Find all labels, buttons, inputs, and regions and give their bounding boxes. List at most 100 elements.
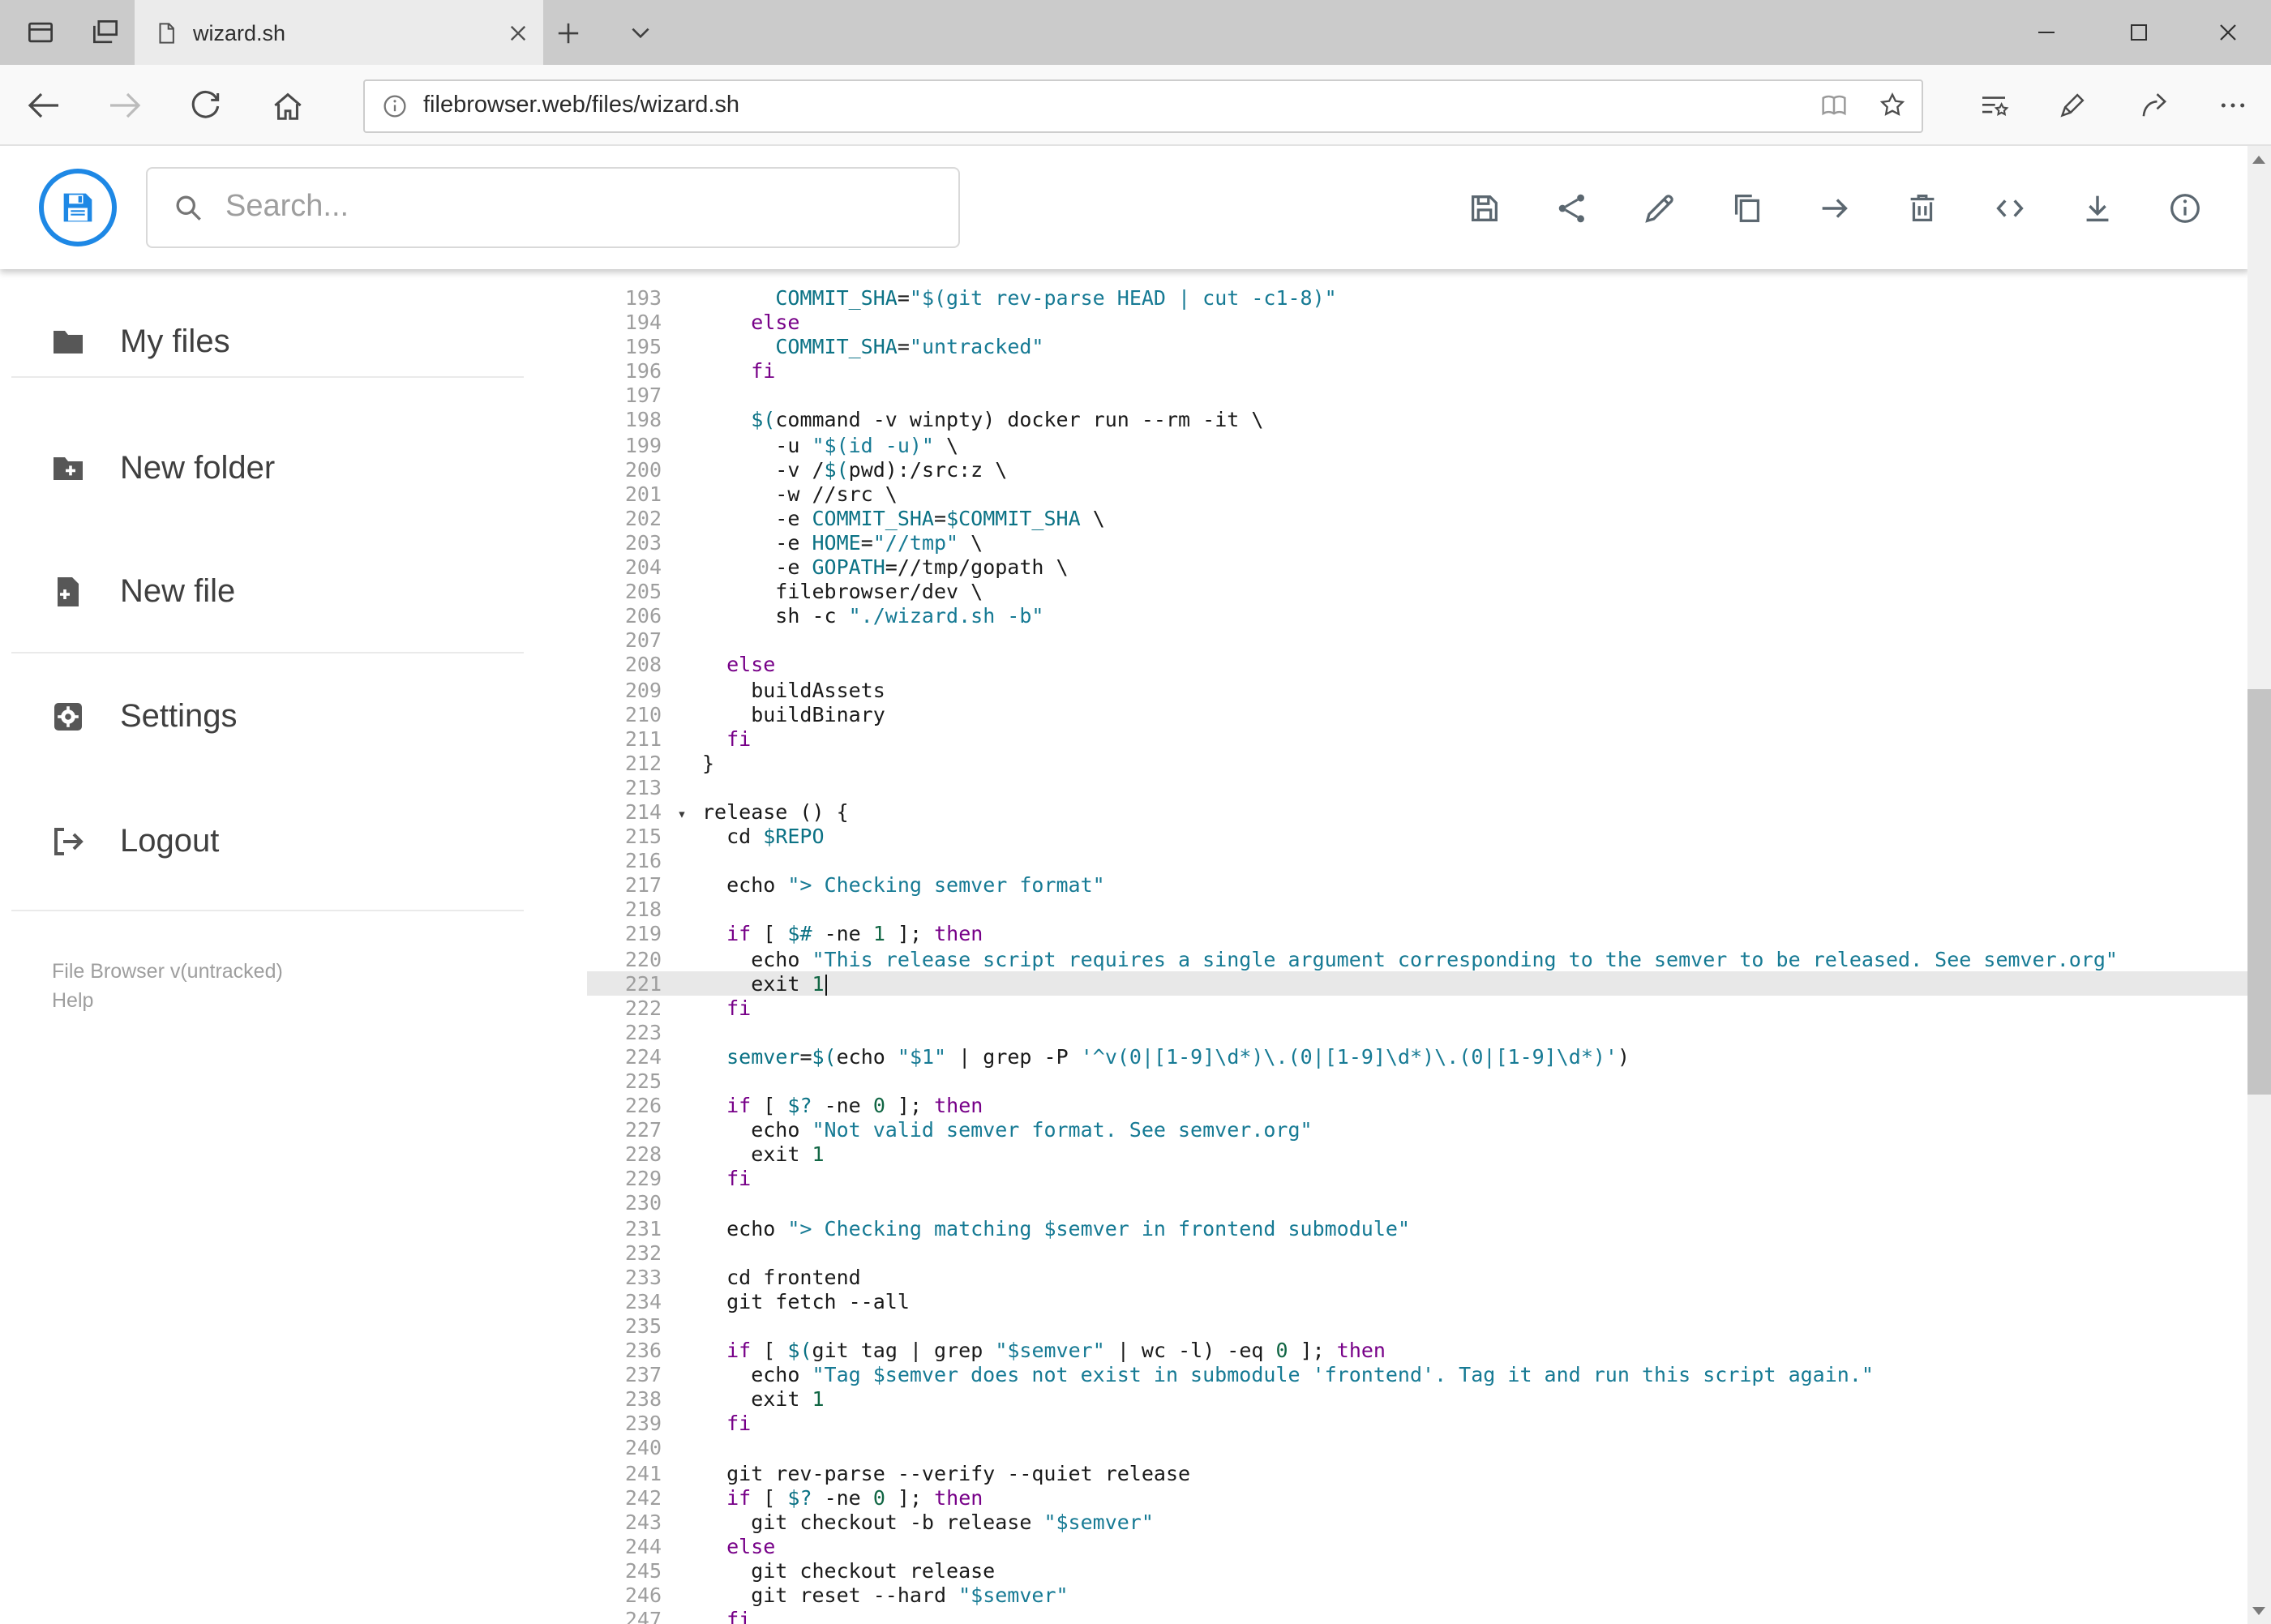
page-scrollbar[interactable] [2247, 146, 2271, 1624]
delete-icon[interactable] [1889, 175, 1954, 240]
favorite-star-icon[interactable] [1876, 89, 1909, 122]
new-tab-icon[interactable] [540, 5, 595, 60]
code-line[interactable]: 221 exit 1 [587, 971, 2248, 996]
code-line[interactable]: 228 exit 1 [587, 1142, 2248, 1167]
sidebar-item-new-folder[interactable]: New folder [0, 433, 587, 504]
code-line[interactable]: 214 ▾ release () { [587, 799, 2248, 824]
scrollbar-thumb[interactable] [2247, 689, 2271, 1095]
code-line[interactable]: 196 fi [587, 359, 2248, 384]
code-line[interactable]: 231 echo "> Checking matching $semver in… [587, 1215, 2248, 1240]
code-line[interactable]: 235 [587, 1313, 2248, 1338]
help-link[interactable]: Help [52, 989, 93, 1012]
code-line[interactable]: 200 -v /$(pwd):/src:z \ [587, 456, 2248, 481]
sidebar-item-my-files[interactable]: My files [0, 306, 587, 378]
code-line[interactable]: 194 else [587, 310, 2248, 334]
code-line[interactable]: 205 filebrowser/dev \ [587, 579, 2248, 603]
code-line[interactable]: 236 if [ $(git tag | grep "$semver" | wc… [587, 1338, 2248, 1362]
code-line[interactable]: 212} [587, 751, 2248, 775]
scroll-down-arrow-icon[interactable] [2247, 1598, 2271, 1622]
reading-view-icon[interactable] [1818, 89, 1850, 122]
code-line[interactable]: 222 fi [587, 995, 2248, 1019]
code-line[interactable]: 219 if [ $# -ne 1 ]; then [587, 922, 2248, 946]
share-icon[interactable] [1539, 175, 1604, 240]
forward-icon[interactable] [97, 78, 152, 133]
more-options-icon[interactable] [2205, 78, 2260, 133]
code-line[interactable]: 232 [587, 1240, 2248, 1264]
code-line[interactable]: 238 exit 1 [587, 1386, 2248, 1411]
code-line[interactable]: 207 [587, 628, 2248, 653]
code-line[interactable]: 223 [587, 1020, 2248, 1044]
maximize-icon[interactable] [2093, 0, 2185, 65]
code-line[interactable]: 245 git checkout release [587, 1558, 2248, 1583]
code-line[interactable]: 246 git reset --hard "$semver" [587, 1583, 2248, 1607]
code-line[interactable]: 226 if [ $? -ne 0 ]; then [587, 1093, 2248, 1117]
tabs-set-aside-icon[interactable] [78, 5, 133, 60]
search-box[interactable] [146, 167, 960, 248]
refresh-icon[interactable] [177, 78, 232, 133]
code-line[interactable]: 204 -e GOPATH=//tmp/gopath \ [587, 555, 2248, 579]
code-line[interactable]: 237 echo "Tag $semver does not exist in … [587, 1362, 2248, 1386]
code-line[interactable]: 195 COMMIT_SHA="untracked" [587, 334, 2248, 358]
scroll-up-arrow-icon[interactable] [2247, 148, 2271, 172]
code-line[interactable]: 210 buildBinary [587, 701, 2248, 726]
app-logo[interactable] [39, 169, 117, 246]
close-icon[interactable] [2185, 0, 2271, 65]
code-line[interactable]: 247 fi [587, 1607, 2248, 1624]
sidebar-item-logout[interactable]: Logout [0, 806, 587, 877]
code-line[interactable]: 227 echo "Not valid semver format. See s… [587, 1117, 2248, 1142]
rename-icon[interactable] [1626, 175, 1691, 240]
download-icon[interactable] [2064, 175, 2129, 240]
hub-icon[interactable] [1965, 78, 2020, 133]
code-line[interactable]: 193 COMMIT_SHA="$(git rev-parse HEAD | c… [587, 285, 2248, 310]
set-tabs-aside-icon[interactable] [13, 5, 68, 60]
code-line[interactable]: 234 git fetch --all [587, 1289, 2248, 1313]
code-line[interactable]: 202 -e COMMIT_SHA=$COMMIT_SHA \ [587, 506, 2248, 530]
code-line[interactable]: 209 buildAssets [587, 677, 2248, 701]
code-line[interactable]: 230 [587, 1191, 2248, 1215]
code-line[interactable]: 229 fi [587, 1167, 2248, 1191]
site-info-icon[interactable] [365, 92, 423, 119]
annotate-pen-icon[interactable] [2045, 78, 2100, 133]
code-editor[interactable]: 193 COMMIT_SHA="$(git rev-parse HEAD | c… [587, 269, 2248, 1624]
code-icon[interactable] [1977, 175, 2042, 240]
code-line[interactable]: 244 else [587, 1534, 2248, 1558]
code-line[interactable]: 201 -w //src \ [587, 482, 2248, 506]
code-line[interactable]: 208 else [587, 653, 2248, 677]
code-line[interactable]: 206 sh -c "./wizard.sh -b" [587, 603, 2248, 628]
code-line[interactable]: 217 echo "> Checking semver format" [587, 873, 2248, 898]
code-line[interactable]: 216 [587, 848, 2248, 872]
code-line[interactable]: 240 [587, 1436, 2248, 1460]
browser-tab[interactable]: wizard.sh [135, 0, 543, 65]
code-line[interactable]: 215 cd $REPO [587, 824, 2248, 848]
back-icon[interactable] [16, 78, 71, 133]
code-line[interactable]: 242 if [ $? -ne 0 ]; then [587, 1485, 2248, 1509]
sidebar-item-new-file[interactable]: New file [0, 556, 587, 628]
address-bar[interactable]: filebrowser.web/files/wizard.sh [363, 79, 1923, 132]
code-line[interactable]: 203 -e HOME="//tmp" \ [587, 530, 2248, 555]
share-icon[interactable] [2126, 78, 2181, 133]
code-line[interactable]: 225 [587, 1069, 2248, 1093]
code-line[interactable]: 233 cd frontend [587, 1265, 2248, 1289]
save-icon[interactable] [1451, 175, 1516, 240]
code-line[interactable]: 218 [587, 898, 2248, 922]
code-line[interactable]: 220 echo "This release script requires a… [587, 946, 2248, 971]
code-text: git rev-parse --verify --quiet release [702, 1460, 1191, 1485]
search-input[interactable] [225, 190, 958, 225]
code-line[interactable]: 198 $(command -v winpty) docker run --rm… [587, 408, 2248, 432]
code-line[interactable]: 197 [587, 384, 2248, 408]
code-line[interactable]: 243 git checkout -b release "$semver" [587, 1509, 2248, 1533]
info-icon[interactable] [2152, 175, 2217, 240]
tab-preview-chevron-icon[interactable] [613, 5, 668, 60]
code-line[interactable]: 239 fi [587, 1412, 2248, 1436]
code-line[interactable]: 213 [587, 775, 2248, 799]
copy-icon[interactable] [1714, 175, 1779, 240]
tab-close-icon[interactable] [509, 24, 527, 41]
sidebar-item-settings[interactable]: Settings [0, 681, 587, 752]
home-icon[interactable] [259, 78, 315, 133]
code-line[interactable]: 199 -u "$(id -u)" \ [587, 432, 2248, 456]
code-line[interactable]: 211 fi [587, 726, 2248, 750]
code-line[interactable]: 224 semver=$(echo "$1" | grep -P '^v(0|[… [587, 1044, 2248, 1069]
minimize-icon[interactable] [2000, 0, 2093, 65]
move-icon[interactable] [1802, 175, 1866, 240]
code-line[interactable]: 241 git rev-parse --verify --quiet relea… [587, 1460, 2248, 1485]
